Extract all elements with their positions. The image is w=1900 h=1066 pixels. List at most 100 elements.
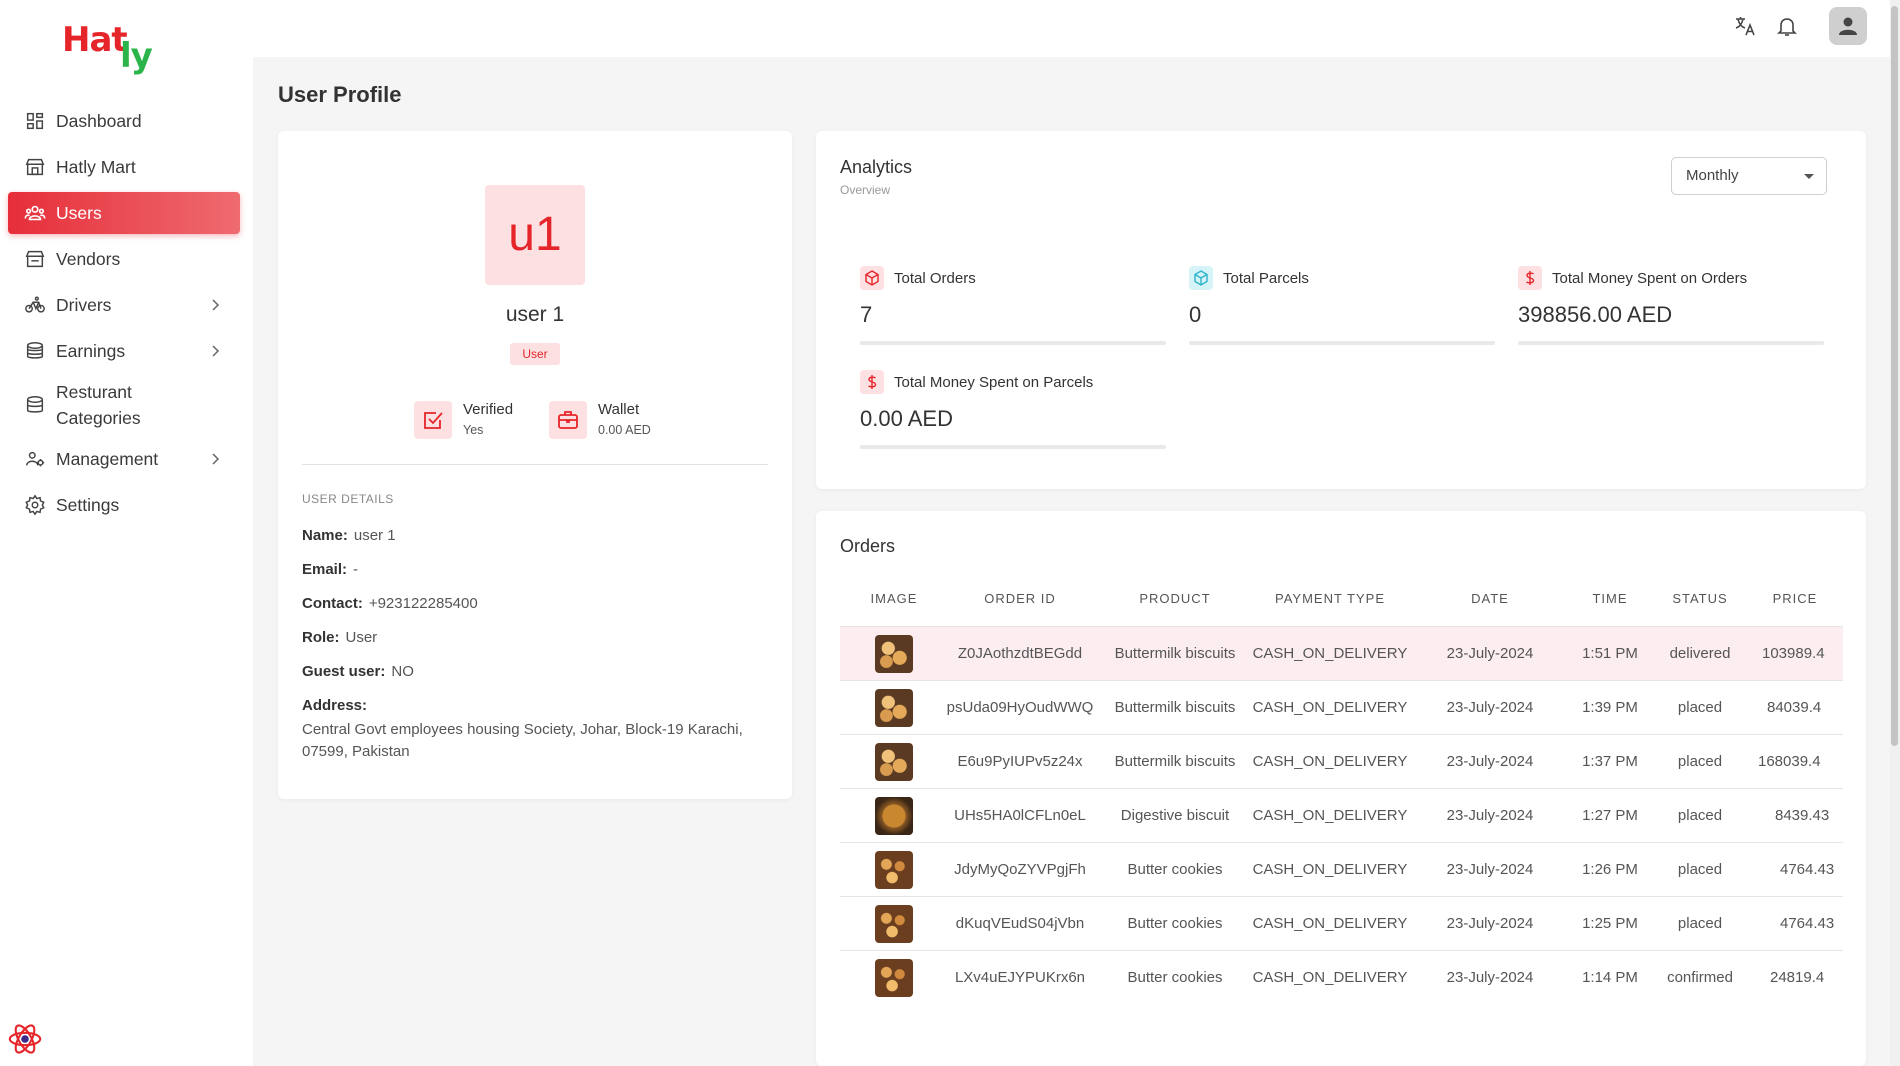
payment-type: CASH_ON_DELIVERY	[1252, 753, 1408, 770]
column-header[interactable]: PRODUCT	[1100, 591, 1250, 606]
table-row[interactable]: psUda09HyOudWWQ Buttermilk biscuits CASH…	[840, 680, 1843, 734]
translate-icon[interactable]	[1733, 14, 1757, 38]
column-header[interactable]: TIME	[1570, 591, 1650, 606]
bell-icon[interactable]	[1775, 14, 1799, 38]
categories-coins-icon	[26, 396, 44, 413]
payment-type: CASH_ON_DELIVERY	[1252, 969, 1408, 986]
address-value: Central Govt employees housing Society, …	[302, 721, 743, 760]
status: placed	[1677, 915, 1723, 932]
metric-money-orders: Total Money Spent on Orders 398856.00 AE…	[1518, 266, 1824, 356]
sidebar-item-label: Drivers	[56, 294, 112, 315]
metric-total-parcels: Total Parcels 0	[1189, 266, 1495, 356]
sidebar-item-vendors[interactable]: Vendors	[8, 238, 240, 280]
time: 1:39 PM	[1582, 699, 1638, 716]
detail-name: Name: user 1	[302, 527, 396, 544]
user-avatar[interactable]	[1829, 7, 1867, 45]
sidebar-item-hatly-mart[interactable]: Hatly Mart	[8, 146, 240, 188]
verified-label: Verified	[463, 401, 514, 418]
sidebar-item-resturant-categories[interactable]: Resturant Categories	[8, 376, 240, 434]
order-id: JdyMyQoZYVPgjFh	[954, 861, 1086, 878]
metric-label: Total Parcels	[1223, 270, 1309, 287]
sidebar-item-earnings[interactable]: Earnings	[8, 330, 240, 372]
product-thumbnail	[875, 959, 913, 997]
sidebar-item-label: Users	[56, 202, 102, 223]
react-logo-icon[interactable]	[6, 1020, 44, 1058]
orders-table[interactable]: IMAGE ORDER ID PRODUCT PAYMENT TYPE DATE…	[840, 576, 1843, 1016]
period-select[interactable]: Monthly	[1671, 157, 1827, 195]
table-row[interactable]: LXv4uEJYPUKrx6n Butter cookies CASH_ON_D…	[840, 950, 1843, 1004]
detail-email: Email: -	[302, 561, 358, 578]
dollar-icon	[860, 370, 884, 394]
detail-label: Guest user:	[302, 663, 386, 680]
column-header[interactable]: STATUS	[1650, 591, 1750, 606]
detail-label: Contact:	[302, 595, 363, 612]
analytics-card: Analytics Overview Monthly Total Orders …	[816, 131, 1866, 489]
wallet-icon-box	[549, 401, 587, 439]
product-thumbnail	[875, 689, 913, 727]
date: 23-July-2024	[1446, 915, 1534, 932]
column-header[interactable]: PAYMENT TYPE	[1250, 591, 1410, 606]
column-header[interactable]: ORDER ID	[940, 591, 1100, 606]
time: 1:51 PM	[1582, 645, 1638, 662]
column-header[interactable]: PRICE	[1750, 591, 1840, 606]
product: Digestive biscuit	[1120, 807, 1230, 824]
user-initials-avatar: u1	[485, 185, 585, 285]
sidebar-item-settings[interactable]: Settings	[8, 484, 240, 526]
product-thumbnail	[875, 635, 913, 673]
store-icon	[25, 158, 45, 176]
payment-type: CASH_ON_DELIVERY	[1252, 915, 1408, 932]
table-row[interactable]: UHs5HA0lCFLn0eL Digestive biscuit CASH_O…	[840, 788, 1843, 842]
sidebar-item-users[interactable]: Users	[8, 192, 240, 234]
product: Buttermilk biscuits	[1114, 753, 1236, 770]
chevron-right-icon	[212, 299, 220, 311]
metric-total-orders: Total Orders 7	[860, 266, 1166, 356]
order-id: Z0JAothzdtBEGdd	[957, 645, 1083, 662]
sidebar-item-label: Hatly Mart	[56, 156, 136, 177]
detail-value: -	[353, 561, 359, 578]
table-row[interactable]: dKuqVEudS04jVbn Butter cookies CASH_ON_D…	[840, 896, 1843, 950]
sidebar-item-drivers[interactable]: Drivers	[8, 284, 240, 326]
gear-icon	[25, 494, 45, 516]
order-id: dKuqVEudS04jVbn	[955, 915, 1085, 932]
scrollbar-thumb[interactable]	[1891, 6, 1898, 746]
payment-type: CASH_ON_DELIVERY	[1252, 699, 1408, 716]
user-avatar-icon	[1839, 17, 1857, 35]
metric-value: 0	[1189, 302, 1202, 327]
verified-icon-box	[414, 401, 452, 439]
detail-label: Address:	[302, 697, 368, 714]
analytics-subtitle: Overview	[840, 183, 891, 197]
sidebar-item-dashboard[interactable]: Dashboard	[8, 100, 240, 142]
detail-role: Role: User	[302, 629, 377, 646]
table-row[interactable]: E6u9PyIUPv5z24x Buttermilk biscuits CASH…	[840, 734, 1843, 788]
date: 23-July-2024	[1446, 753, 1534, 770]
orders-card: Orders IMAGE ORDER ID PRODUCT PAYMENT TY…	[816, 511, 1866, 1066]
sidebar-item-management[interactable]: Management	[8, 438, 240, 480]
time: 1:27 PM	[1582, 807, 1638, 824]
page-scrollbar[interactable]	[1890, 0, 1900, 1066]
hatly-logo[interactable]: Hat ly	[60, 18, 160, 82]
product: Buttermilk biscuits	[1114, 645, 1236, 662]
time: 1:37 PM	[1582, 753, 1638, 770]
users-icon	[24, 205, 46, 221]
table-header: IMAGE ORDER ID PRODUCT PAYMENT TYPE DATE…	[840, 576, 1843, 626]
analytics-title: Analytics	[840, 157, 913, 177]
sidebar-item-label: Management	[56, 448, 159, 469]
price: 4764.43	[1780, 915, 1835, 932]
payment-type: CASH_ON_DELIVERY	[1252, 645, 1408, 662]
status: placed	[1677, 861, 1723, 878]
user-name: user 1	[505, 303, 565, 326]
detail-contact: Contact: +923122285400	[302, 595, 478, 612]
table-row[interactable]: Z0JAothzdtBEGdd Buttermilk biscuits CASH…	[840, 626, 1843, 680]
price: 84039.4	[1767, 699, 1822, 716]
sidebar: Hat ly Dashboard Hatly Mart Users Vendor…	[0, 0, 253, 1066]
column-header[interactable]: IMAGE	[840, 591, 948, 606]
order-id: psUda09HyOudWWQ	[946, 699, 1094, 716]
sidebar-nav: Dashboard Hatly Mart Users Vendors Drive…	[8, 100, 240, 530]
dollar-icon	[1518, 266, 1542, 290]
coins-icon	[26, 342, 44, 359]
column-header[interactable]: DATE	[1410, 591, 1570, 606]
table-row[interactable]: JdyMyQoZYVPgjFh Butter cookies CASH_ON_D…	[840, 842, 1843, 896]
dashboard-icon	[26, 112, 44, 130]
vendor-store-icon	[25, 250, 45, 268]
divider	[302, 464, 768, 465]
